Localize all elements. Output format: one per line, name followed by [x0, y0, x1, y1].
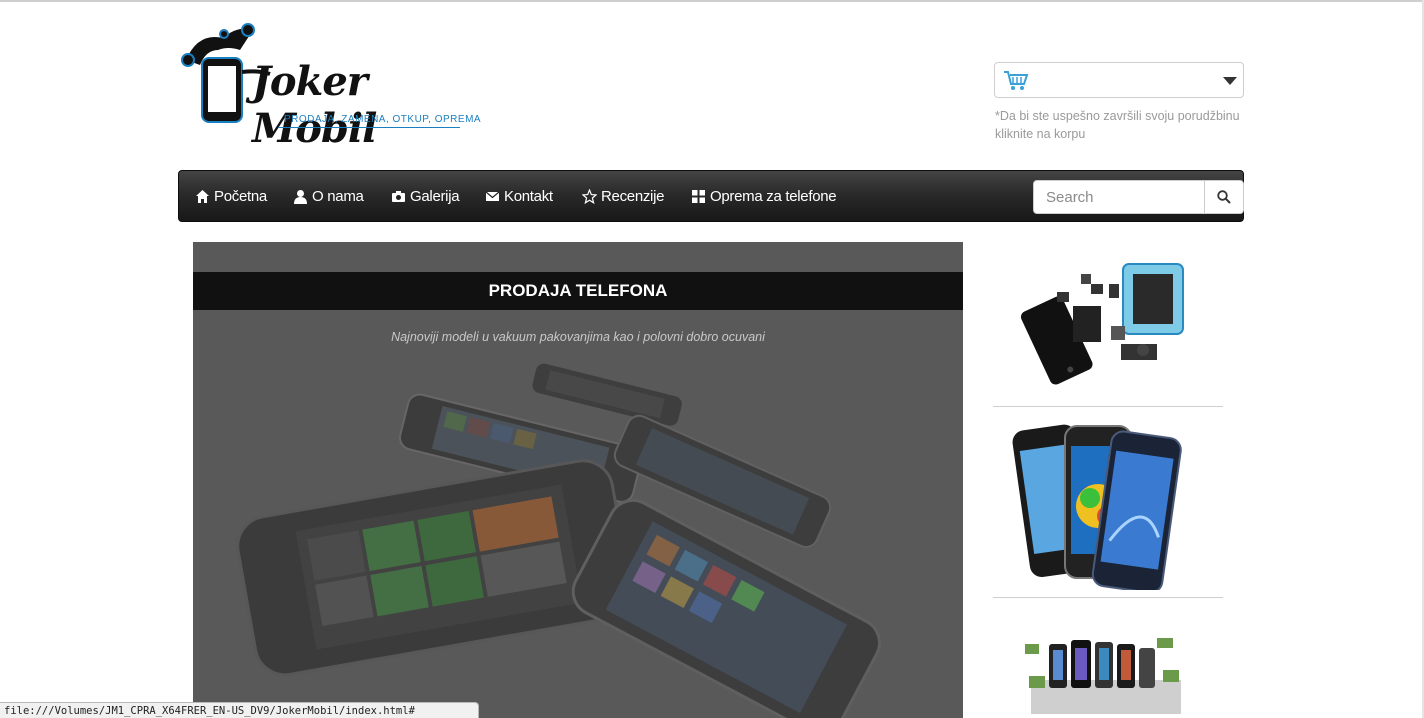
hero-carousel[interactable]: PRODAJA TELEFONA Najnoviji modeli u vaku… — [193, 242, 963, 718]
nav-label: O nama — [312, 187, 364, 205]
nav-label: Galerija — [410, 187, 460, 205]
cart-dropdown[interactable] — [994, 62, 1244, 98]
star-icon — [582, 188, 597, 204]
thumbnail-phone-parts[interactable] — [993, 254, 1223, 399]
logo-tagline: PRODAJA, ZAMENA, OTKUP, OPREMA — [284, 114, 482, 125]
window-top-border — [0, 0, 1424, 2]
camera-icon — [392, 190, 405, 202]
nav-label: Početna — [214, 187, 267, 205]
thumbnail-phones-money[interactable] — [993, 630, 1223, 718]
status-bar-url: file:///Volumes/JM1_CPRA_X64FRER_EN-US_D… — [0, 702, 479, 718]
thumbnail-divider — [993, 406, 1223, 407]
phone-parts-image — [1020, 263, 1184, 385]
phones-image — [193, 242, 963, 718]
nav-item-oprema[interactable]: Oprema za telefone — [691, 171, 837, 221]
thumbnail-divider — [993, 597, 1223, 598]
carousel-title: PRODAJA TELEFONA — [193, 272, 963, 310]
search-input[interactable] — [1033, 180, 1205, 214]
main-navbar: Početna O nama Galerija Kontakt Recenzij… — [178, 170, 1244, 222]
samsung-phones-image — [1012, 424, 1182, 590]
phones-money-image — [1025, 638, 1181, 714]
home-icon — [196, 189, 209, 203]
carousel-caption: Najnoviji modeli u vakuum pakovanjima ka… — [391, 330, 765, 344]
cart-icon — [1004, 71, 1029, 90]
nav-label: Recenzije — [601, 187, 665, 205]
thumbnail-samsung-phones[interactable] — [993, 420, 1223, 590]
envelope-icon — [485, 191, 500, 201]
logo-tagline-underline — [278, 127, 460, 128]
nav-item-galerija[interactable]: Galerija — [391, 171, 460, 221]
nav-item-pocetna[interactable]: Početna — [195, 171, 267, 221]
logo-wordmark: Joker Mobil — [252, 58, 377, 152]
cart-note: *Da bi ste uspešno završili svoju porudž… — [995, 109, 1240, 141]
nav-item-recenzije[interactable]: Recenzije — [582, 171, 664, 221]
search-icon — [1217, 190, 1231, 204]
nav-label: Oprema za telefone — [710, 187, 837, 205]
user-icon — [294, 189, 307, 204]
nav-item-o-nama[interactable]: O nama — [293, 171, 364, 221]
nav-item-kontakt[interactable]: Kontakt — [485, 171, 553, 221]
search-button[interactable] — [1204, 180, 1244, 214]
nav-label: Kontakt — [504, 187, 553, 205]
chevron-down-icon[interactable] — [1223, 77, 1237, 85]
grid-icon — [692, 189, 705, 203]
site-logo[interactable]: Joker Mobil PRODAJA, ZAMENA, OTKUP, OPRE… — [178, 20, 488, 152]
